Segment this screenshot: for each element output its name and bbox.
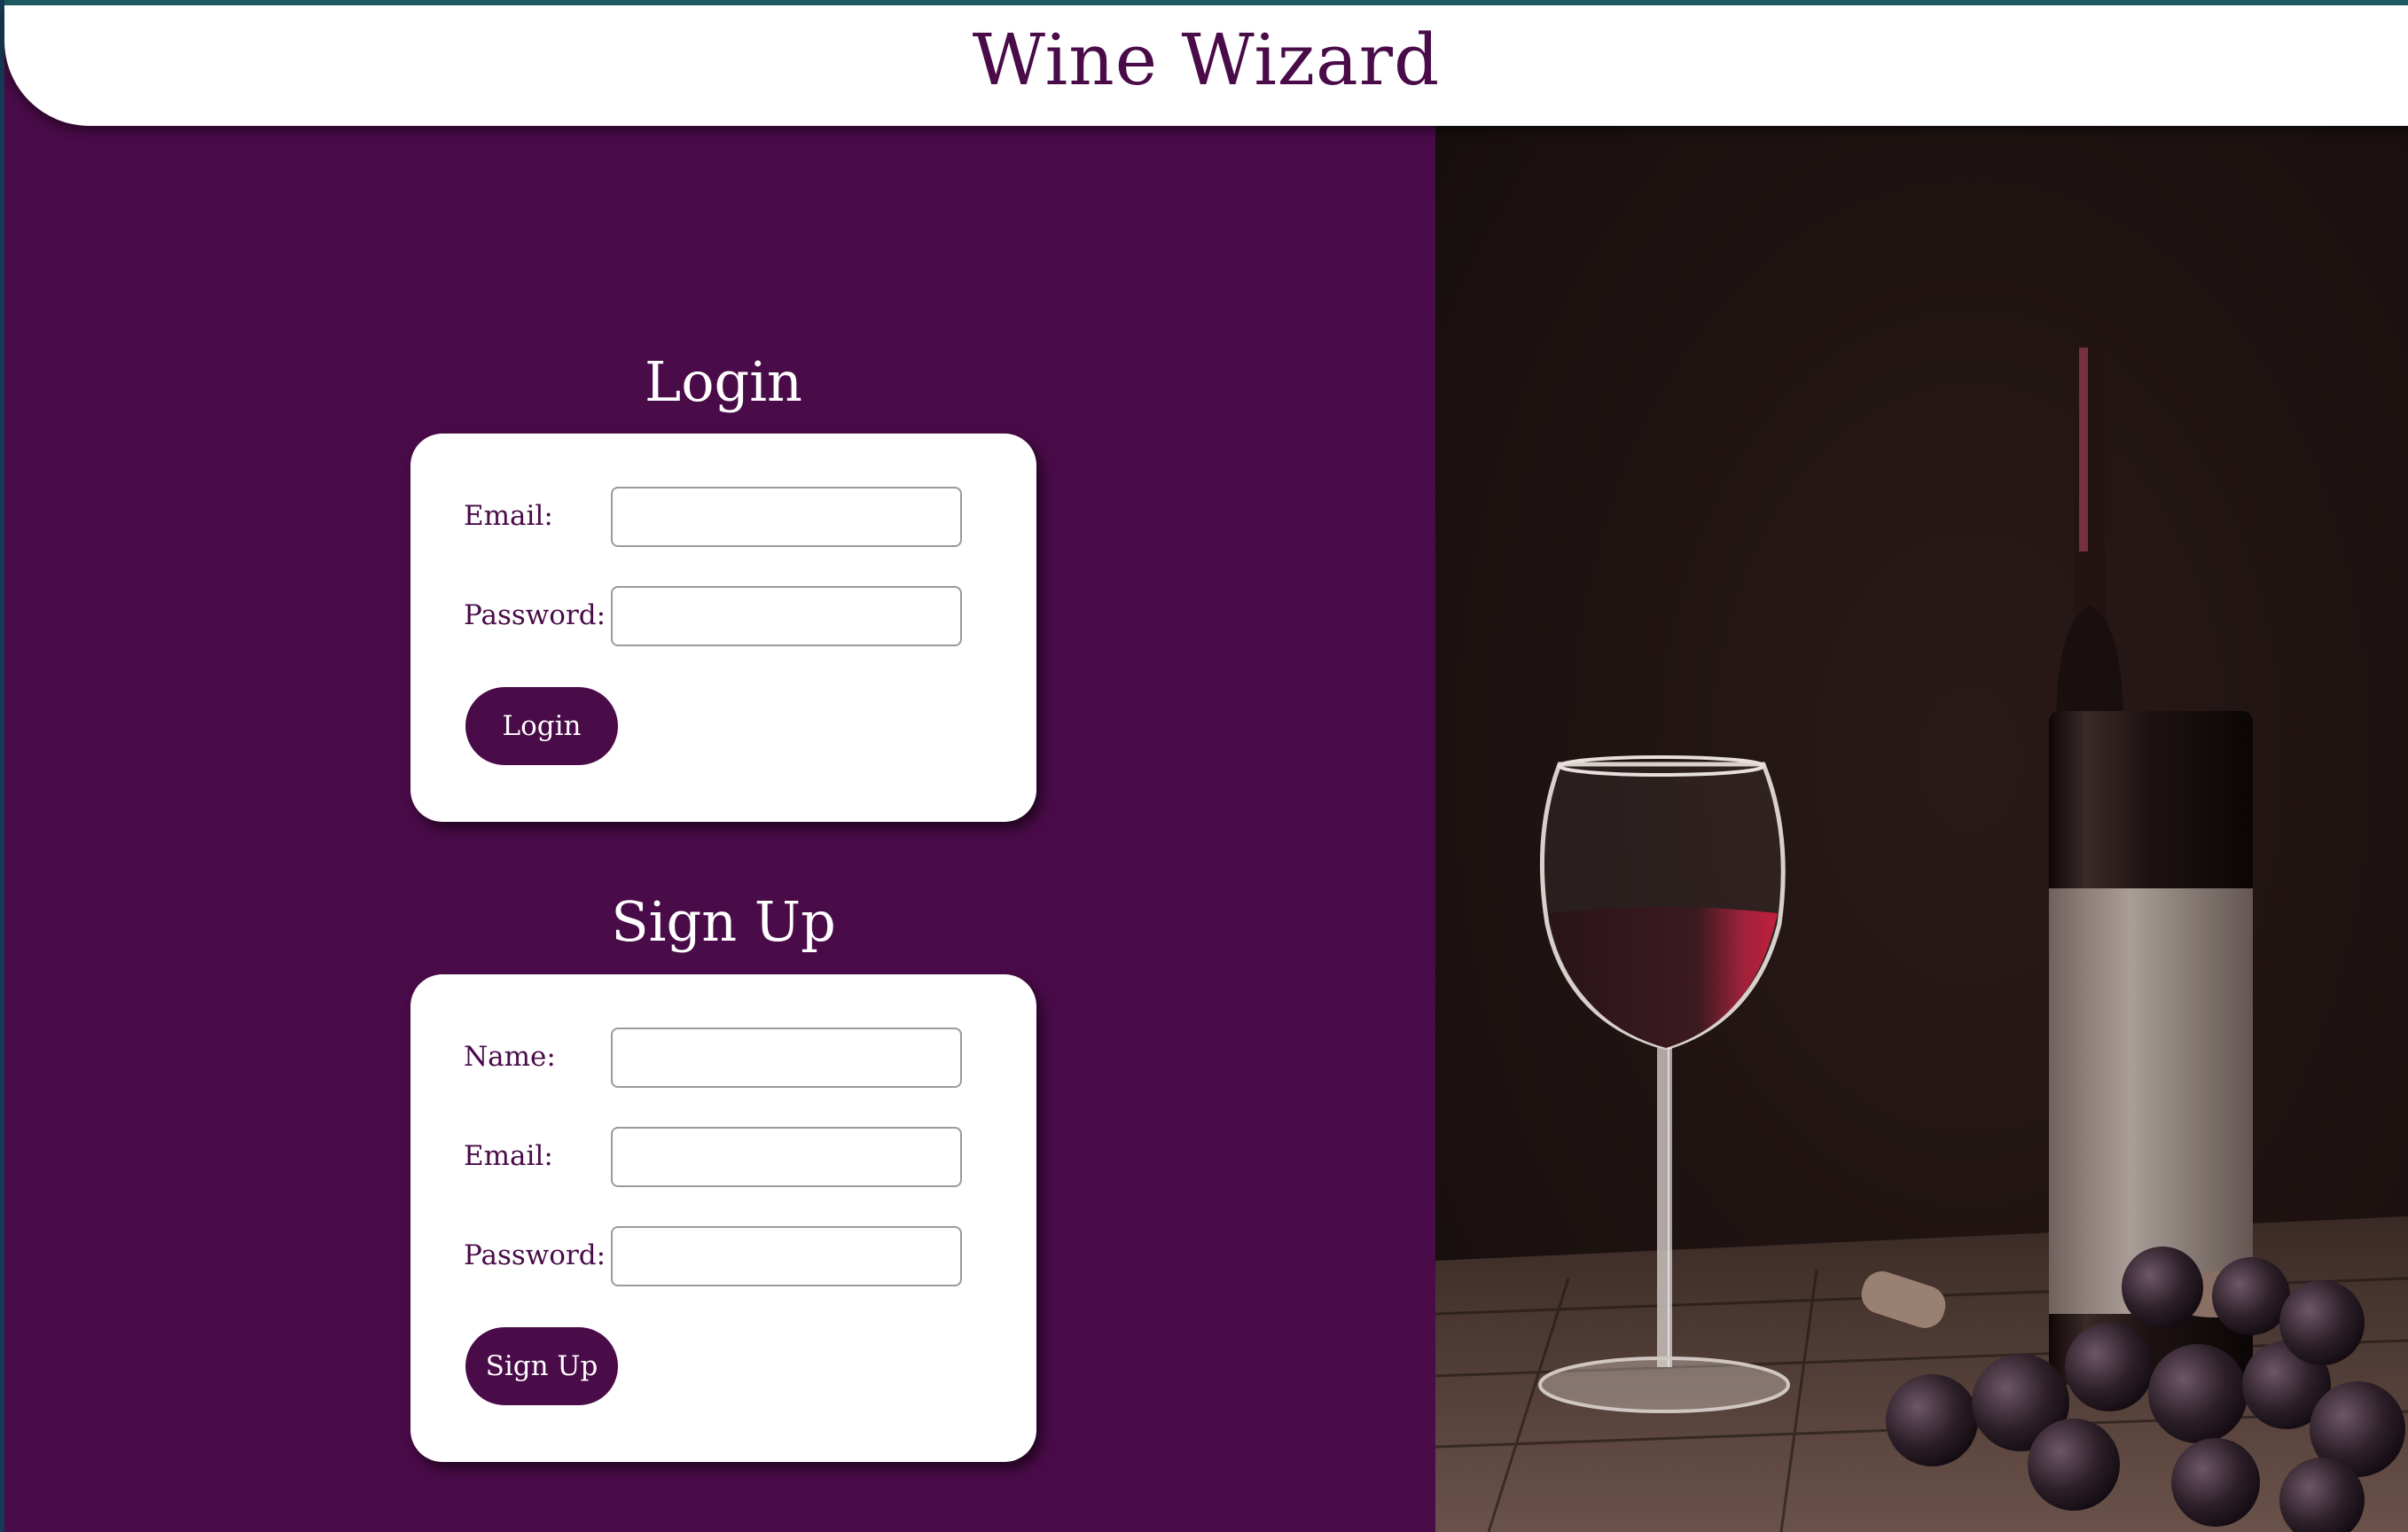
login-email-label: Email: xyxy=(464,500,553,532)
signup-heading: Sign Up xyxy=(611,889,836,954)
login-email-input[interactable] xyxy=(611,487,962,547)
login-card: Email: Password: Login xyxy=(410,434,1036,822)
signup-email-input[interactable] xyxy=(611,1127,962,1187)
login-heading: Login xyxy=(645,349,802,414)
signup-card: Name: Email: Password: Sign Up xyxy=(410,974,1036,1462)
signup-password-label: Password: xyxy=(464,1239,606,1271)
login-password-label: Password: xyxy=(464,599,606,631)
login-password-input[interactable] xyxy=(611,586,962,646)
signup-name-label: Name: xyxy=(464,1041,556,1073)
signup-name-input[interactable] xyxy=(611,1028,962,1088)
auth-panel: Login Email: Password: Login Sign Up Nam… xyxy=(4,126,1435,1532)
signup-button[interactable]: Sign Up xyxy=(465,1327,618,1405)
app-title: Wine Wizard xyxy=(972,19,1441,101)
wine-photo-illustration xyxy=(1435,126,2408,1532)
wine-photo xyxy=(1435,126,2408,1532)
login-button[interactable]: Login xyxy=(465,687,618,765)
site-header: Wine Wizard xyxy=(4,5,2408,126)
signup-email-label: Email: xyxy=(464,1140,553,1172)
signup-password-input[interactable] xyxy=(611,1226,962,1286)
